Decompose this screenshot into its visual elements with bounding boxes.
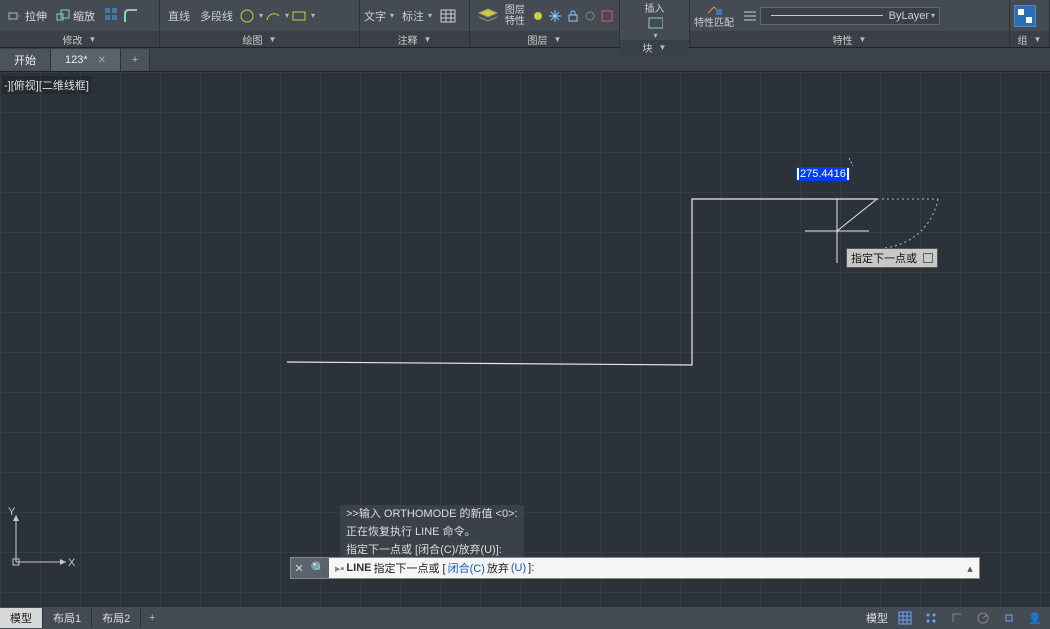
chevron-down-icon[interactable]: ▾ [390,11,394,20]
chevron-down-icon[interactable]: ▾ [653,31,657,40]
ribbon-title-group: 组▼ [1010,31,1049,47]
drawing-area[interactable]: -][俯视][二维线框] 275.4416 指定下一点或 X Y >>输入 OR… [0,72,1050,607]
file-tabbar: 开始 123*✕ + [0,48,1050,72]
match-prop-button[interactable]: 特性匹配 [694,2,734,29]
ribbon-title-annot: 注释▼ [360,31,469,47]
ribbon-group-layer: 图层特性 图层▼ [470,0,620,47]
scale-icon [55,8,71,24]
ucs-icon: X Y [6,507,76,577]
command-tooltip: 指定下一点或 [846,248,938,268]
drawing-svg [0,72,1050,607]
tab-file[interactable]: 123*✕ [51,49,121,71]
tooltip-text: 指定下一点或 [851,250,917,266]
match-label: 特性匹配 [694,18,734,29]
layer-lock-icon[interactable] [565,8,580,24]
command-line-text[interactable]: ▸▪ LINE 指定下一点或 [闭合(C) 放弃(U)]: [329,560,961,576]
insert-label[interactable]: 插入 [645,0,665,15]
chevron-down-icon[interactable]: ▼ [424,35,432,44]
ribbon-title-prop: 特性▼ [690,31,1009,47]
table-icon[interactable] [440,8,456,24]
stretch-button[interactable]: 拉伸 [4,7,50,25]
chevron-down-icon[interactable]: ▼ [554,35,562,44]
layer-on-icon[interactable] [530,8,545,24]
ribbon-group-annot: 文字 ▾ 标注 ▾ 注释▼ [360,0,470,47]
layout-tab-2[interactable]: 布局2 [92,608,141,628]
layer-iso-icon[interactable] [600,8,615,24]
linetype-combo[interactable]: ByLayer ▾ [760,7,940,25]
chevron-down-icon[interactable]: ▼ [269,35,277,44]
osnap-toggle-icon[interactable] [1000,609,1018,627]
circle-icon[interactable] [239,8,255,24]
layer-off-icon[interactable] [582,8,597,24]
tab-add[interactable]: + [121,49,150,71]
command-history: >>输入 ORTHOMODE 的新值 <0>: 正在恢复执行 LINE 命令。 … [340,505,524,559]
command-line[interactable]: ✕ 🔍 ▸▪ LINE 指定下一点或 [闭合(C) 放弃(U)]: ▴ [290,557,980,579]
svg-text:Y: Y [8,506,16,518]
dynamic-input[interactable]: 275.4416 [796,167,850,181]
line-label[interactable]: 直线 [164,8,194,24]
layout-tab-1[interactable]: 布局1 [43,608,92,628]
search-icon[interactable]: 🔍 [311,561,326,575]
bylayer-label: ByLayer [889,10,929,22]
scale-button[interactable]: 缩放 [52,7,98,25]
grid-toggle-icon[interactable] [896,609,914,627]
scale-label: 缩放 [73,8,95,24]
polyline-label[interactable]: 多段线 [196,8,237,24]
stretch-icon [7,8,23,24]
text-label[interactable]: 文字 [364,8,386,24]
chevron-down-icon[interactable]: ▾ [931,11,935,20]
status-bar: 模型 👤 [866,609,1050,627]
layout-tab-model[interactable]: 模型 [0,608,43,628]
layout-tabbar: 模型 布局1 布局2 + 模型 👤 [0,607,1050,629]
match-icon [706,2,722,18]
group-icon[interactable] [1014,5,1036,27]
history-line: >>输入 ORTHOMODE 的新值 <0>: [346,505,518,523]
command-line-expand[interactable]: ▴ [961,562,979,575]
layout-add[interactable]: + [141,612,163,624]
ribbon: 拉伸 缩放 修改▼ 直线 多段线 ▾ ▾ [0,0,1050,48]
ribbon-title-draw: 绘图▼ [160,31,359,47]
close-icon[interactable]: ✕ [294,562,303,575]
ribbon-title-modify: 修改▼ [0,31,159,47]
close-icon[interactable]: ✕ [98,55,106,66]
chevron-down-icon[interactable]: ▼ [1034,35,1042,44]
insert-icon[interactable] [647,15,663,31]
chevron-down-icon[interactable]: ▾ [311,11,315,20]
cmd-prefix: LINE [346,562,371,574]
fillet-icon[interactable] [122,8,138,24]
ribbon-title-layer: 图层▼ [470,31,619,47]
status-model-label[interactable]: 模型 [866,610,888,626]
stretch-label: 拉伸 [25,8,47,24]
chevron-down-icon[interactable]: ▾ [259,11,263,20]
ribbon-group-draw: 直线 多段线 ▾ ▾ ▾ 绘图▼ [160,0,360,47]
polar-toggle-icon[interactable] [974,609,992,627]
chevron-down-icon[interactable]: ▾ [285,11,289,20]
ribbon-group-block: 插入 ▾ 块▼ [620,0,690,47]
options-icon[interactable] [923,253,933,263]
snap-toggle-icon[interactable] [922,609,940,627]
chevron-down-icon[interactable]: ▼ [659,43,667,52]
chevron-down-icon[interactable]: ▼ [859,35,867,44]
ribbon-group-modify: 拉伸 缩放 修改▼ [0,0,160,47]
command-line-handle[interactable]: ✕ 🔍 [291,558,329,578]
ortho-toggle-icon[interactable] [948,609,966,627]
line-preview [771,15,883,16]
array-icon[interactable] [104,8,120,24]
lineweight-icon[interactable] [742,8,758,24]
layer-freeze-icon[interactable] [547,8,562,24]
tab-start[interactable]: 开始 [0,49,51,71]
history-line: 正在恢复执行 LINE 命令。 [346,523,518,541]
chevron-down-icon[interactable]: ▼ [89,35,97,44]
chevron-down-icon[interactable]: ▾ [428,11,432,20]
dim-label[interactable]: 标注 [402,8,424,24]
arc-icon[interactable] [265,8,281,24]
layer-props-label: 图层特性 [505,5,528,27]
ribbon-title-block: 块▼ [620,40,689,55]
ribbon-group-prop: 特性匹配 ByLayer ▾ 特性▼ [690,0,1010,47]
rect-icon[interactable] [291,8,307,24]
layer-props-button[interactable] [474,3,503,29]
person-icon[interactable]: 👤 [1026,609,1044,627]
ribbon-group-group: 组▼ [1010,0,1050,47]
svg-text:X: X [68,557,76,569]
